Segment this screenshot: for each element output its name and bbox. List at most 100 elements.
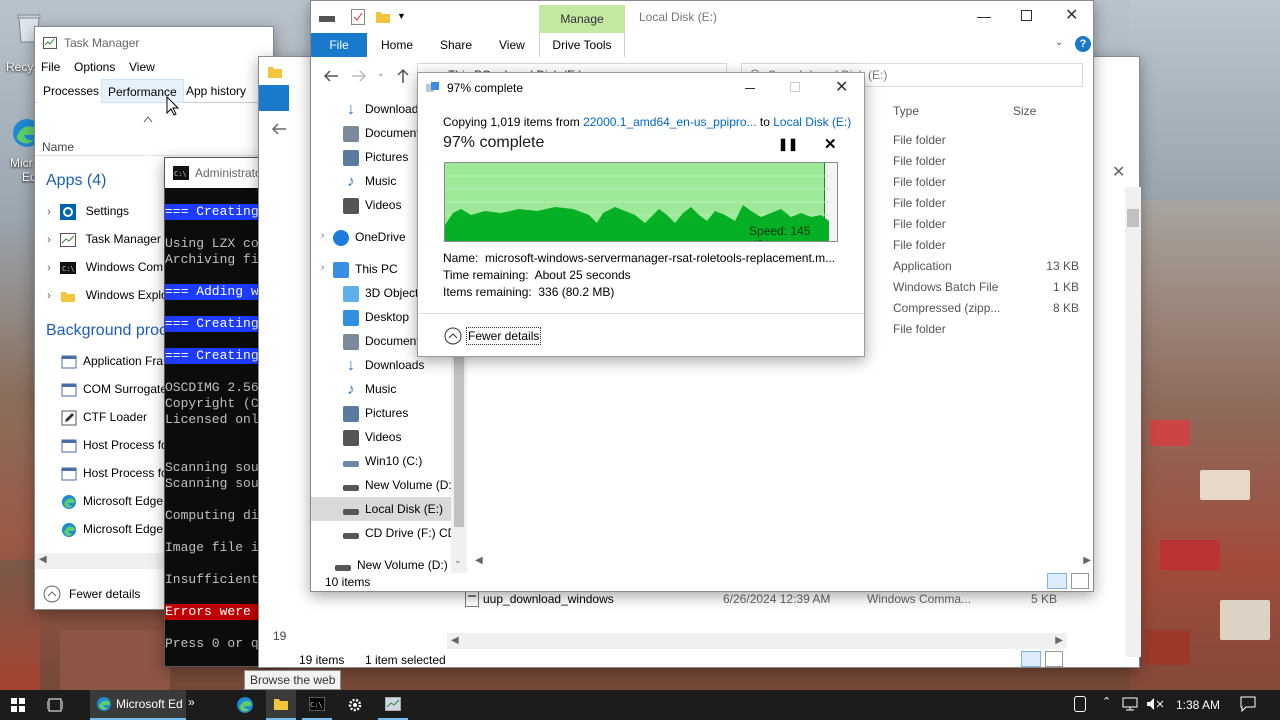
chevron-right-icon[interactable]: ›	[41, 282, 57, 309]
menu-file[interactable]: File	[41, 60, 60, 74]
start-button[interactable]	[0, 690, 36, 720]
ribbon-tab-file[interactable]: File	[311, 33, 367, 57]
up-arrow-icon[interactable]	[397, 68, 409, 84]
scroll-left-icon[interactable]: ◀	[39, 554, 47, 565]
ribbon-tab-drive-tools[interactable]: Drive Tools	[539, 33, 625, 57]
file-row-type[interactable]: Compressed (zipp...	[893, 301, 1000, 315]
details-view-icon[interactable]	[1047, 573, 1067, 589]
column-size-header[interactable]: Size	[1013, 104, 1036, 118]
file-row-size[interactable]: 8 KB	[1053, 301, 1079, 315]
horizontal-scrollbar[interactable]: ◀	[35, 553, 175, 569]
app-row-task-manager[interactable]: › Task Manager	[41, 225, 171, 253]
back-arrow-icon[interactable]	[271, 123, 287, 135]
file-row-type[interactable]: File folder	[893, 322, 946, 336]
explorer-titlebar[interactable]: ▼ Manage Local Disk (E:) ✕	[311, 1, 1095, 33]
file-row-size[interactable]: 13 KB	[1046, 259, 1079, 273]
nav-item[interactable]: Pictures	[311, 401, 451, 425]
ribbon-tab-share[interactable]: Share	[440, 38, 472, 52]
nav-item[interactable]: ♪ Music	[311, 377, 451, 401]
close-icon[interactable]: ✕	[835, 77, 848, 97]
scroll-right-icon[interactable]: ▶	[1083, 555, 1091, 566]
details-view-icon[interactable]	[1021, 651, 1041, 667]
forward-arrow-icon[interactable]	[351, 70, 367, 82]
file-row-type[interactable]: Windows Batch File	[893, 280, 998, 294]
back-hscrollbar[interactable]: ◀ ▶	[447, 633, 1067, 649]
minimize-icon[interactable]	[745, 88, 755, 89]
pause-icon[interactable]: ❚❚	[778, 137, 798, 151]
menu-view[interactable]: View	[129, 60, 155, 74]
column-name-header[interactable]: Name	[42, 140, 74, 154]
copy-destination-link[interactable]: Local Disk (E:)	[773, 115, 851, 129]
volume-muted-icon[interactable]	[1146, 697, 1164, 711]
network-icon[interactable]	[1122, 697, 1138, 711]
taskbar-cmd[interactable]: C:\	[302, 690, 332, 720]
nav-item[interactable]: New Volume (D:	[311, 473, 451, 497]
ribbon-file-back[interactable]	[259, 85, 289, 111]
tab-app-history[interactable]: App history	[180, 79, 252, 103]
task-view-button[interactable]	[40, 690, 70, 720]
file-row-type[interactable]: File folder	[893, 154, 946, 168]
taskbar-task-manager[interactable]	[378, 690, 408, 720]
chevron-right-icon[interactable]: ›	[41, 254, 57, 281]
file-row-type[interactable]: File folder	[893, 196, 946, 210]
app-row-windows-command[interactable]: › C:\ Windows Com	[41, 253, 171, 281]
show-hidden-icons[interactable]: ⌃	[1102, 695, 1111, 708]
close-icon[interactable]: ✕	[1065, 5, 1078, 25]
ribbon-tab-view[interactable]: View	[499, 38, 525, 52]
fewer-details-button[interactable]: Fewer details	[444, 326, 544, 348]
taskbar-edge-app[interactable]: Microsoft Ed	[90, 690, 186, 720]
ribbon-tab-home[interactable]: Home	[381, 38, 413, 52]
task-manager-titlebar[interactable]: Task Manager	[35, 27, 275, 57]
file-row-type[interactable]: File folder	[893, 238, 946, 252]
file-hscrollbar[interactable]: ◀ ▶	[471, 553, 1095, 569]
minimize-icon[interactable]	[977, 17, 991, 18]
large-icons-view-icon[interactable]	[1045, 651, 1063, 667]
nav-item[interactable]: Videos	[311, 425, 451, 449]
folder-icon[interactable]	[375, 9, 391, 25]
cancel-icon[interactable]: ✕	[824, 135, 837, 153]
clock-time[interactable]: 1:38 AM	[1176, 698, 1220, 712]
app-row-windows-explorer[interactable]: › Windows Explo	[41, 281, 171, 309]
expand-onedrive-chevron-icon[interactable]: ›	[321, 230, 324, 241]
menu-options[interactable]: Options	[74, 60, 115, 74]
copy-dialog-titlebar[interactable]: 97% complete ✕	[418, 73, 866, 103]
back-close-button[interactable]: ✕	[1100, 160, 1136, 184]
file-row-type[interactable]: Application	[893, 259, 952, 273]
tab-processes[interactable]: Processes	[37, 79, 106, 103]
file-row-type[interactable]: File folder	[893, 217, 946, 231]
chevron-right-icon[interactable]: ›	[41, 226, 57, 253]
scroll-left-icon[interactable]: ◀	[451, 635, 459, 646]
customize-toolbar-icon[interactable]: ▼	[397, 11, 406, 21]
file-row-type[interactable]: File folder	[893, 133, 946, 147]
notification-center-icon[interactable]	[1240, 696, 1256, 712]
scroll-down-icon[interactable]: ⌄	[454, 555, 462, 566]
copy-source-link[interactable]: 22000.1_amd64_en-us_ppipro...	[583, 115, 756, 129]
ribbon-collapse-icon[interactable]: ⌄	[1055, 37, 1063, 48]
taskbar-file-explorer[interactable]	[266, 690, 296, 720]
help-icon[interactable]: ?	[1075, 36, 1091, 52]
back-vscrollbar[interactable]	[1125, 187, 1141, 657]
properties-icon[interactable]	[351, 9, 365, 25]
cortana-icon[interactable]	[1074, 696, 1086, 712]
tab-manage[interactable]: Manage	[539, 5, 625, 33]
edge-more-icon[interactable]: »	[188, 695, 195, 709]
app-row-settings[interactable]: › Settings	[41, 197, 171, 225]
file-row-type[interactable]: File folder	[893, 175, 946, 189]
nav-item[interactable]: Local Disk (E:)	[311, 497, 451, 521]
taskbar-edge-pinned[interactable]	[230, 690, 260, 720]
scroll-right-icon[interactable]: ▶	[1055, 635, 1063, 646]
maximize-icon[interactable]	[1021, 10, 1032, 21]
back-arrow-icon[interactable]	[323, 70, 339, 82]
nav-item[interactable]: Win10 (C:)	[311, 449, 451, 473]
taskbar-settings[interactable]	[340, 690, 370, 720]
back-file-row[interactable]: uup_download_windows 6/26/2024 12:39 AM …	[459, 589, 1059, 609]
column-type-header[interactable]: Type	[893, 104, 919, 118]
nav-item[interactable]: CD Drive (F:) CD	[311, 521, 451, 545]
recent-locations-icon[interactable]: ⌄	[377, 68, 385, 79]
nav-item[interactable]: New Volume (D:)	[311, 553, 451, 573]
sort-chevron-icon[interactable]	[143, 115, 153, 123]
scroll-left-icon[interactable]: ◀	[475, 555, 483, 566]
large-icons-view-icon[interactable]	[1071, 573, 1089, 589]
chevron-right-icon[interactable]: ›	[41, 198, 57, 225]
file-row-size[interactable]: 1 KB	[1053, 280, 1079, 294]
